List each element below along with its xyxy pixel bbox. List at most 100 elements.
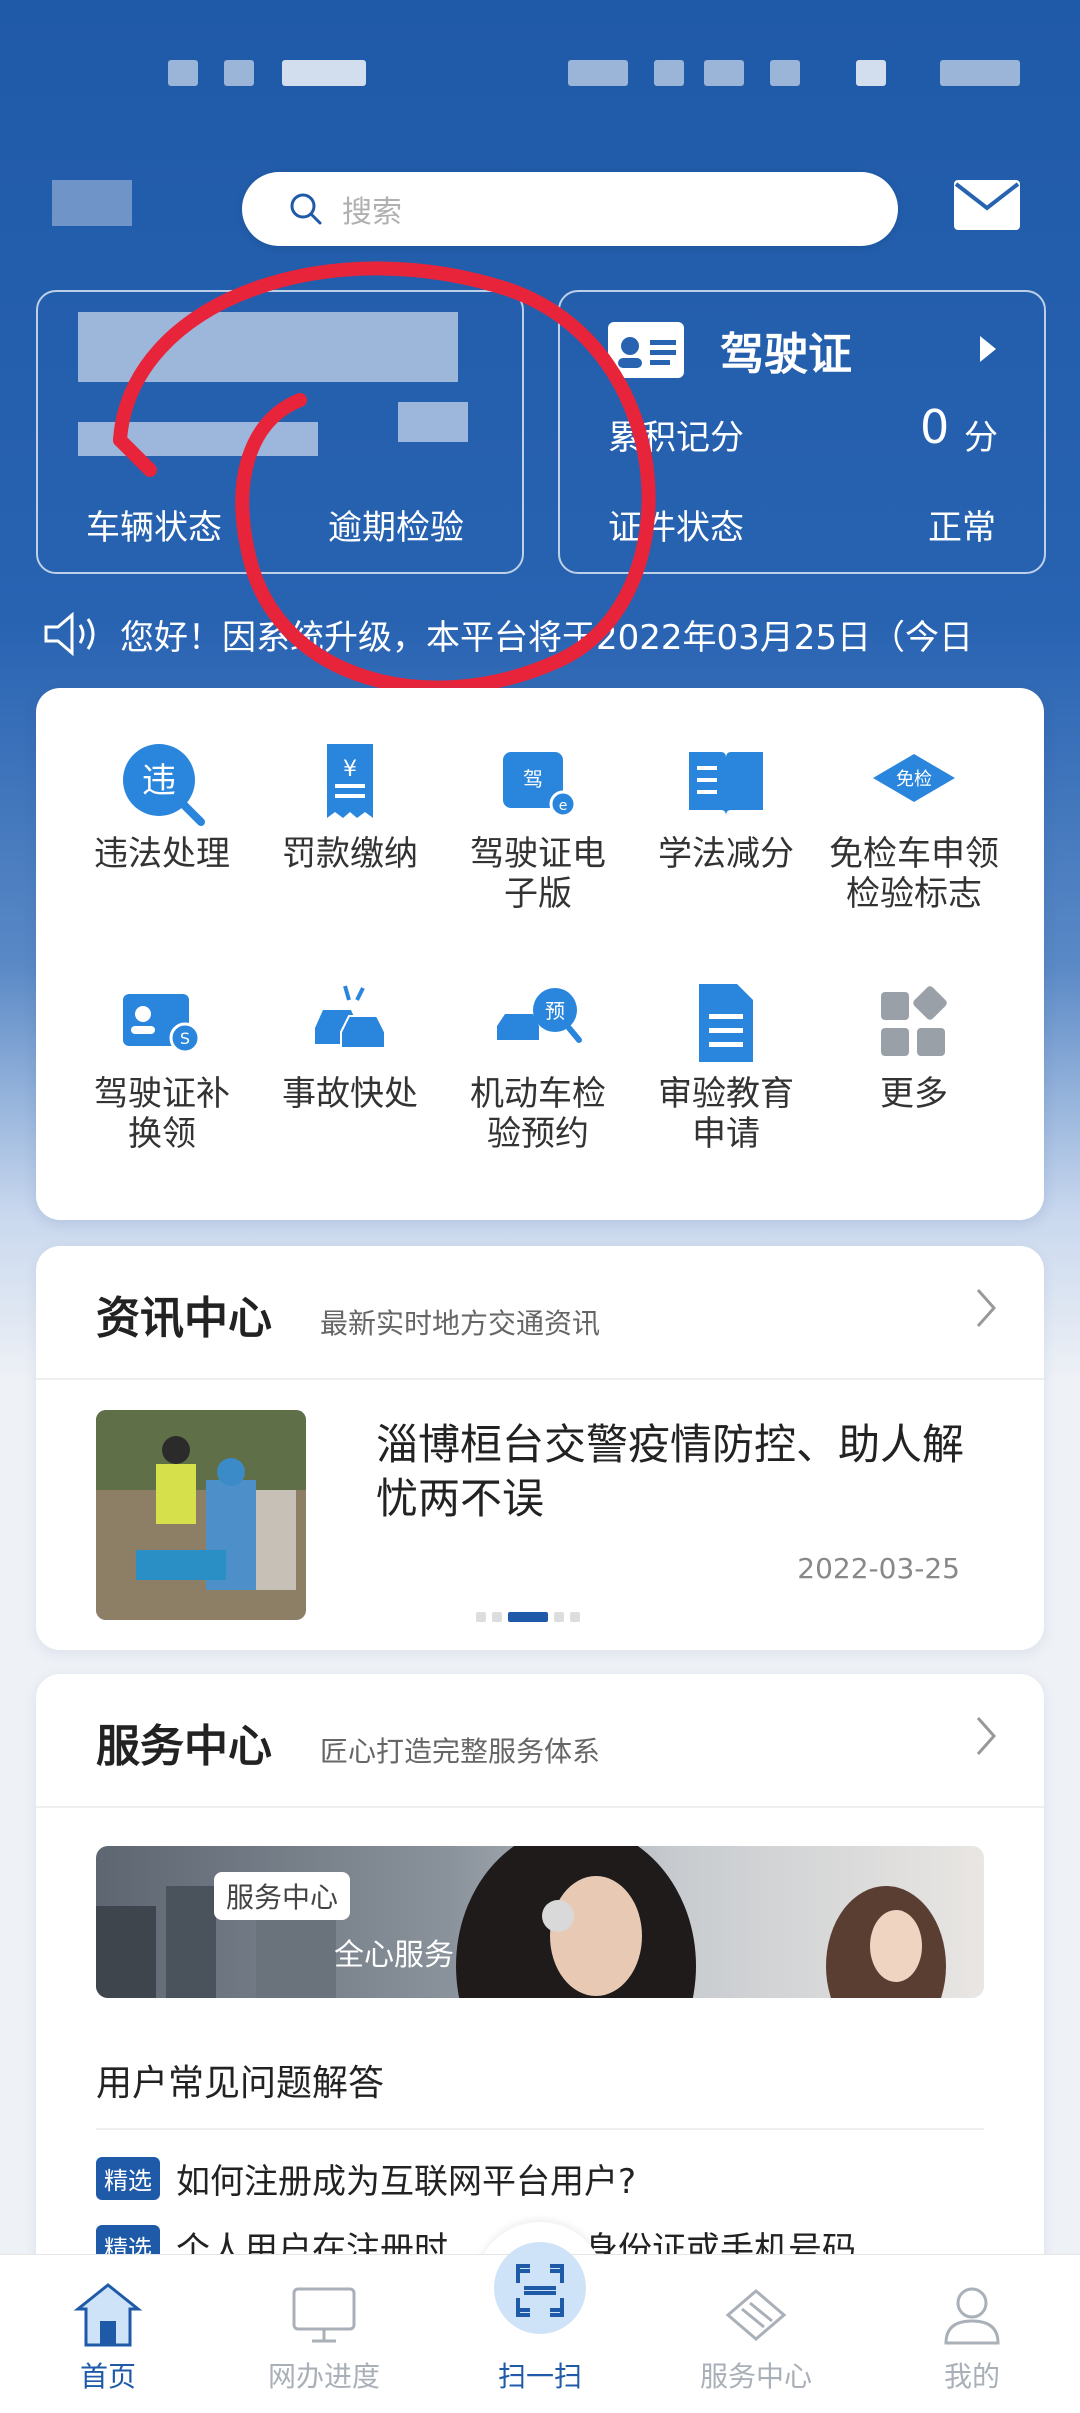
service-label: 违法处理 [94,834,230,874]
news-date: 2022-03-25 [797,1552,960,1585]
search-bar[interactable]: 搜索 [242,172,898,246]
faq-item[interactable]: 精选 如何注册成为互联网平台用户? [96,2154,636,2203]
service-inspection-booking[interactable]: 预 机动车检验预约 [438,978,638,1154]
nav-label: 服务中心 [699,2360,812,2393]
carousel-dot [492,1612,502,1622]
svg-text:e: e [559,798,568,814]
home-icon [73,2283,143,2347]
mail-icon[interactable] [952,178,1022,232]
service-violation[interactable]: 违 违法处理 [62,738,262,874]
banner-tag: 服务中心 [214,1872,351,1920]
user-icon [944,2287,1000,2345]
status-bar-blur [224,60,254,86]
search-placeholder: 搜索 [342,195,402,230]
svg-text:违: 违 [142,761,176,801]
carousel-dot [570,1612,580,1622]
nav-progress[interactable]: 网办进度 [216,2255,432,2413]
status-bar-blur [856,60,886,86]
service-more[interactable]: 更多 [814,978,1014,1114]
faq-question: 如何注册成为互联网平台用户? [176,2162,637,2202]
status-bar-blur [282,60,366,86]
license-status-label: 证件状态 [608,508,744,548]
speaker-icon [44,611,95,657]
document-icon [699,984,753,1062]
service-license-replace[interactable]: S 驾驶证补换领 [62,978,262,1154]
svg-text:S: S [180,1029,190,1048]
carousel-dot [476,1612,486,1622]
carousel-dot [554,1612,564,1622]
status-bar-blur [568,60,628,86]
accident-icon [315,985,386,1049]
service-label: 审验教育申请 [658,1074,794,1154]
license-title: 驾驶证 [720,329,852,380]
license-card[interactable]: 驾驶证 累积记分 0 分 证件状态 正常 [558,290,1046,574]
svg-text:免检: 免检 [896,769,932,790]
svg-text:驾: 驾 [523,767,543,791]
points-unit: 分 [964,418,998,458]
service-center-panel: 服务中心 匠心打造完整服务体系 服务中心 全心服务 用户常见问题解答 精选 如何… [36,1674,1044,2294]
service-education[interactable]: 审验教育申请 [626,978,826,1154]
service-label: 免检车申领检验标志 [829,834,999,914]
faq-title: 用户常见问题解答 [96,2063,385,2104]
service-exempt[interactable]: 免检 免检车申领检验标志 [814,738,1014,914]
news-subtitle: 最新实时地方交通资讯 [320,1307,601,1340]
service-label: 学法减分 [658,834,794,874]
nav-label: 首页 [79,2360,136,2393]
vehicle-card[interactable]: 车辆状态 逾期检验 [36,290,524,574]
service-center-title: 服务中心 [96,1721,272,1772]
nav-mine[interactable]: 我的 [864,2255,1080,2413]
nav-label: 我的 [943,2360,1000,2393]
chevron-right-icon[interactable] [974,1714,998,1758]
service-e-license[interactable]: 驾 e 驾驶证电子版 [438,738,638,914]
svg-text:¥: ¥ [343,757,357,782]
banner-photo [96,1846,946,1998]
exempt-inspection-icon: 免检 [873,754,955,802]
status-bar-blur [940,60,1020,86]
plate-blur [398,402,468,442]
news-photo [96,1410,306,1620]
news-headline[interactable]: 淄博桓台交警疫情防控、助人解忧两不误 [376,1418,976,1526]
chevron-right-icon[interactable] [974,1286,998,1330]
divider [96,2128,984,2130]
service-center-subtitle: 匠心打造完整服务体系 [320,1735,601,1768]
news-thumbnail[interactable] [96,1410,306,1620]
service-banner[interactable]: 服务中心 全心服务 [96,1846,984,1998]
service-accident[interactable]: 事故快处 [250,978,450,1114]
license-status-value: 正常 [928,508,996,548]
fine-bill-icon: ¥ [327,744,373,818]
nav-label: 扫一扫 [497,2360,582,2393]
chevron-right-icon [980,336,996,362]
status-bar-blur [704,60,744,86]
scan-icon-overlay [516,2264,564,2312]
carousel-dot-active [508,1612,548,1622]
service-center-header[interactable]: 服务中心 匠心打造完整服务体系 [96,1710,600,1774]
news-title: 资讯中心 [96,1293,272,1344]
service-label: 驾驶证补换领 [94,1074,230,1154]
divider [36,1806,1044,1808]
news-header[interactable]: 资讯中心 最新实时地方交通资讯 [96,1282,600,1346]
vehicle-status-label: 车辆状态 [86,508,222,548]
service-label: 驾驶证电子版 [470,834,606,914]
search-icon [290,193,322,225]
plate-blur [78,312,458,382]
divider [36,1378,1044,1380]
service-label: 事故快处 [282,1074,418,1114]
monitor-icon [292,2287,356,2343]
notice-bar[interactable]: 您好！因系统升级，本平台将于2022年03月25日（今日 [40,604,1040,664]
service-study[interactable]: 学法减分 [626,738,826,874]
services-panel: 违 违法处理 ¥ 罚款缴纳 驾 e 驾驶证电子版 学法减分 免检 免检车申领检验… [36,688,1044,1220]
service-fine[interactable]: ¥ 罚款缴纳 [250,738,450,874]
license-replace-icon: S [123,994,201,1054]
more-grid-icon [881,986,947,1056]
inspection-booking-icon: 预 [497,988,582,1043]
nav-label: 网办进度 [267,2360,380,2393]
book-icon [689,752,763,816]
status-bar-blur [168,60,198,86]
nav-home[interactable]: 首页 [0,2255,216,2413]
status-bar-blur [770,60,800,86]
plate-blur [78,422,318,456]
location-blur [52,180,132,226]
notice-text: 您好！因系统升级，本平台将于2022年03月25日（今日 [120,617,974,658]
nav-service-center[interactable]: 服务中心 [648,2255,864,2413]
news-panel: 资讯中心 最新实时地方交通资讯 淄博桓台交警疫情防控、助人解忧两不误 2022-… [36,1246,1044,1650]
